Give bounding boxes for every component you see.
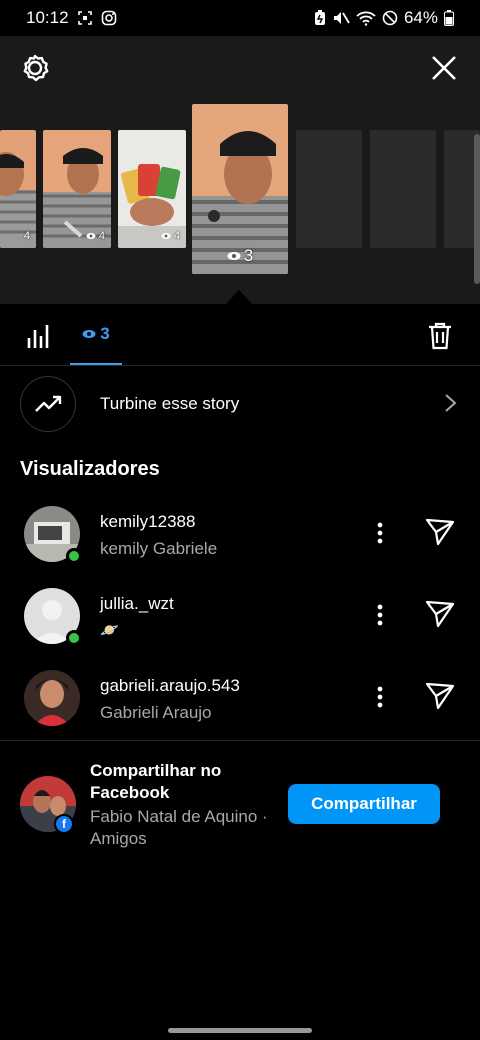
trash-icon (429, 322, 451, 350)
paper-plane-icon (425, 600, 455, 628)
trending-up-icon (35, 395, 62, 412)
settings-button[interactable] (17, 50, 53, 86)
viewer-name: Gabrieli Araujo (100, 703, 212, 722)
send-message-button[interactable] (424, 680, 456, 712)
close-button[interactable] (426, 50, 462, 86)
share-title: Compartilhar no Facebook (90, 761, 222, 802)
boost-story-row[interactable]: Turbine esse story (0, 366, 480, 442)
more-options-button[interactable] (368, 600, 392, 630)
online-indicator (66, 548, 82, 564)
story-gallery: 4 4 4 3 (0, 36, 480, 304)
eye-icon (161, 233, 171, 239)
eye-icon (86, 233, 96, 239)
facebook-icon: f (54, 814, 74, 834)
views-count: 4 (98, 230, 105, 242)
boost-icon-wrap (20, 376, 76, 432)
delete-button[interactable] (424, 320, 456, 352)
views-count: 4 (173, 230, 180, 242)
eye-icon (227, 252, 241, 260)
tab-viewers[interactable]: 3 (70, 304, 122, 365)
status-time: 10:12 (26, 8, 69, 27)
story-thumbnail[interactable]: 4 (43, 130, 111, 248)
viewer-username[interactable]: jullia._wzt (100, 594, 174, 614)
close-icon (432, 56, 456, 80)
share-button[interactable]: Compartilhar (288, 784, 440, 824)
viewers-count: 3 (100, 323, 110, 343)
tab-insights[interactable] (26, 322, 54, 350)
status-bar: 10:12 64% (0, 0, 480, 36)
viewer-name: kemily Gabriele (100, 539, 218, 558)
views-count: 3 (243, 246, 254, 265)
do-not-disturb-icon (382, 10, 398, 26)
paper-plane-icon (425, 518, 455, 546)
more-vertical-icon (377, 686, 383, 708)
avatar[interactable] (24, 670, 80, 726)
thumbnail-image (0, 130, 36, 248)
selection-pointer (226, 290, 252, 304)
send-message-button[interactable] (424, 516, 456, 548)
wifi-icon (356, 10, 376, 26)
viewer-row[interactable]: jullia._wzt 🪐 (0, 576, 480, 656)
paper-plane-icon (425, 682, 455, 710)
story-tabs: 3 (0, 304, 480, 366)
eye-icon (82, 329, 96, 338)
viewer-username[interactable]: kemily12388 (100, 512, 195, 532)
online-indicator (66, 630, 82, 646)
bar-chart-icon (27, 325, 49, 348)
battery-icon (444, 10, 454, 26)
more-vertical-icon (377, 522, 383, 544)
more-options-button[interactable] (368, 518, 392, 548)
screenshot-icon (77, 10, 93, 26)
battery-saver-icon (314, 10, 326, 26)
viewer-row[interactable]: gabrieli.araujo.543 Gabrieli Araujo (0, 658, 480, 738)
battery-percent: 64% (403, 8, 438, 27)
gear-icon (23, 54, 49, 82)
share-subtitle: Fabio Natal de Aquino · Amigos (90, 807, 268, 848)
viewers-title: Visualizadores (20, 458, 160, 480)
send-message-button[interactable] (424, 598, 456, 630)
viewer-row[interactable]: kemily12388 kemily Gabriele (0, 494, 480, 574)
more-vertical-icon (377, 604, 383, 626)
divider (0, 740, 480, 741)
home-indicator[interactable] (168, 1028, 312, 1033)
story-thumbnail[interactable]: 4 (0, 130, 36, 248)
chevron-right-icon (440, 392, 460, 414)
thumbnail-placeholder (296, 130, 362, 248)
thumbnail-placeholder (370, 130, 436, 248)
story-thumbnail-selected[interactable]: 3 (192, 104, 288, 274)
viewer-username[interactable]: gabrieli.araujo.543 (100, 676, 240, 696)
scrollbar-handle[interactable] (474, 134, 480, 284)
boost-label: Turbine esse story (100, 394, 240, 413)
views-count: 4 (23, 230, 30, 242)
story-thumbnail[interactable]: 4 (118, 130, 186, 248)
viewer-name: 🪐 (100, 622, 119, 639)
more-options-button[interactable] (368, 682, 392, 712)
mute-icon (332, 10, 350, 26)
instagram-icon (101, 10, 117, 26)
